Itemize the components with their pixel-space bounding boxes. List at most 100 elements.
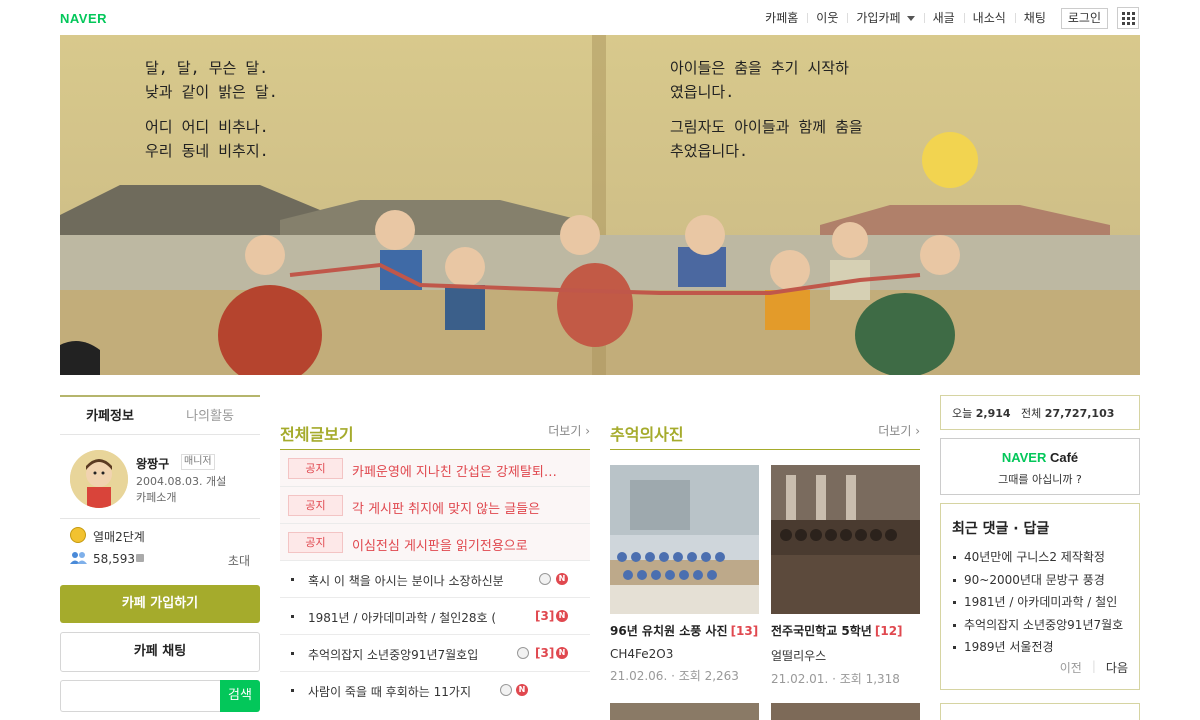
photo-post-title[interactable]: 전주국민학교 5학년 [12] bbox=[771, 622, 920, 639]
post-row[interactable]: 혹시 이 책을 아시는 분이나 소장하신분 N bbox=[280, 561, 590, 598]
notice-badge: 공지 bbox=[288, 495, 343, 516]
right-box-partial bbox=[940, 703, 1140, 720]
notice-title[interactable]: 카페운영에 지나친 간섭은 강제탈퇴합니다 bbox=[352, 461, 564, 480]
banner-line-7: 그림자도 아이들과 함께 춤을 bbox=[670, 118, 863, 136]
photo-card[interactable]: 전주국민학교 5학년 [12] 얼떨리우스 21.02.01. · 조회 1,31… bbox=[771, 465, 920, 687]
top-bar: NAVER 카페홈 이웃 가입카페 새글 내소식 채팅 로그인 bbox=[0, 0, 1200, 35]
post-title[interactable]: 혹시 이 책을 아시는 분이나 소장하신분 bbox=[308, 572, 504, 589]
members-icon bbox=[70, 552, 87, 564]
notice-badge: 공지 bbox=[288, 458, 343, 479]
notice-row[interactable]: 공지 카페운영에 지나친 간섭은 강제탈퇴합니다 bbox=[280, 450, 590, 487]
naver-brand: NAVER bbox=[1001, 450, 1047, 465]
post-title[interactable]: 사람이 죽을 때 후회하는 11가지 bbox=[308, 683, 471, 700]
today-label: 오늘 bbox=[952, 407, 973, 420]
photo-title[interactable]: 추억의사진 bbox=[610, 421, 684, 445]
photo-meta: 21.02.06. · 조회 2,263 bbox=[610, 669, 739, 683]
comment-count[interactable]: [12] bbox=[875, 624, 903, 638]
recent-pager: 이전 | 다음 bbox=[1060, 659, 1128, 676]
new-icon: N bbox=[556, 647, 568, 659]
photo-author[interactable]: 얼떨리우스 bbox=[771, 647, 920, 664]
comment-count[interactable]: [3] bbox=[535, 646, 554, 660]
cafe-intro-link[interactable]: 카페소개 bbox=[136, 489, 176, 505]
invite-link[interactable]: 초대 bbox=[228, 552, 250, 569]
search-button[interactable]: 검색 bbox=[220, 680, 260, 712]
nav-neighbors[interactable]: 이웃 bbox=[807, 7, 847, 29]
notice-row[interactable]: 공지 이심전심 게시판을 읽기전용으로 bbox=[280, 524, 590, 561]
all-posts-section: 전체글보기 더보기 › 공지 카페운영에 지나친 간섭은 강제탈퇴합니다 공지 … bbox=[280, 415, 590, 709]
notice-row[interactable]: 공지 각 게시판 취지에 맞지 않는 글들은 bbox=[280, 487, 590, 524]
cafe-founded-date: 2004.08.03. 개설 bbox=[136, 475, 227, 488]
comment-count[interactable]: [3] bbox=[535, 609, 554, 623]
banner-line-3: 어디 어디 비추나. bbox=[145, 118, 269, 136]
post-row[interactable]: 사람이 죽을 때 후회하는 11가지 N bbox=[280, 672, 590, 709]
cafe-level[interactable]: 열매2단계 bbox=[93, 528, 145, 545]
photo-header: 추억의사진 더보기 › bbox=[610, 415, 920, 450]
recent-comment-item[interactable]: 90~2000년대 문방구 풍경 bbox=[952, 569, 1128, 592]
bullet bbox=[291, 689, 294, 692]
all-posts-title[interactable]: 전체글보기 bbox=[280, 421, 354, 445]
image-icon bbox=[517, 647, 529, 659]
banner-line-5: 아이들은 춤을 추기 시작하 bbox=[670, 59, 849, 77]
photo-thumbnail-partial[interactable] bbox=[771, 703, 920, 720]
nav-new-posts[interactable]: 새글 bbox=[923, 7, 964, 29]
login-button[interactable]: 로그인 bbox=[1060, 7, 1108, 29]
comment-count[interactable]: [13] bbox=[731, 624, 759, 638]
post-row[interactable]: 1981년 / 아카데미과학 / 철인28호 ( [3] N bbox=[280, 598, 590, 635]
recent-comment-item[interactable]: 1989년 서울전경 bbox=[952, 636, 1128, 659]
naver-logo[interactable]: NAVER bbox=[60, 11, 107, 26]
chevron-down-icon bbox=[906, 16, 915, 21]
next-button[interactable]: 다음 bbox=[1106, 659, 1128, 676]
tab-my-activity[interactable]: 나의활동 bbox=[160, 397, 260, 434]
join-cafe-button[interactable]: 카페 가입하기 bbox=[60, 585, 260, 623]
image-icon bbox=[539, 573, 551, 585]
top-nav: 카페홈 이웃 가입카페 새글 내소식 채팅 로그인 bbox=[756, 7, 1108, 29]
photo-card[interactable]: 96년 유치원 소풍 사진 [13] CH4Fe2O3 21.02.06. · 조… bbox=[610, 465, 759, 684]
photo-author[interactable]: CH4Fe2O3 bbox=[610, 647, 759, 661]
manager-name[interactable]: 왕짱구 bbox=[136, 455, 169, 472]
photo-thumbnail-partial[interactable] bbox=[610, 703, 759, 720]
notice-title[interactable]: 각 게시판 취지에 맞지 않는 글들은 bbox=[352, 498, 540, 517]
member-count[interactable]: 58,593 bbox=[93, 552, 135, 566]
level-icon bbox=[70, 527, 86, 543]
nav-cafe-home[interactable]: 카페홈 bbox=[756, 7, 807, 29]
nav-my-news[interactable]: 내소식 bbox=[963, 7, 1015, 29]
post-title[interactable]: 1981년 / 아카데미과학 / 철인28호 ( bbox=[308, 609, 496, 626]
new-icon: N bbox=[516, 684, 528, 696]
info-tabs: 카페정보 나의활동 bbox=[60, 395, 260, 435]
cafe-brand: Café bbox=[1049, 450, 1079, 465]
naver-cafe-logo: NAVER Café bbox=[941, 450, 1139, 465]
banner-line-6: 였읍니다. bbox=[670, 83, 734, 101]
notice-badge: 공지 bbox=[288, 532, 343, 553]
banner-illustration: 달, 달, 무슨 달. 낮과 같이 밝은 달. 어디 어디 비추나. 우리 동네… bbox=[60, 35, 1140, 375]
cafe-info-panel: 카페정보 나의활동 왕짱구 매니저 2004.08.03. 개설 카페소개 열매… bbox=[60, 395, 260, 712]
cafe-chat-button[interactable]: 카페 채팅 bbox=[60, 632, 260, 672]
post-title[interactable]: 추억의잡지 소년중앙91년7월호입 bbox=[308, 646, 478, 663]
more-label: 더보기 bbox=[548, 424, 582, 438]
photo-post-title-text: 전주국민학교 5학년 bbox=[771, 624, 872, 638]
nav-joined-cafes[interactable]: 가입카페 bbox=[847, 7, 923, 29]
naver-cafe-box[interactable]: NAVER Café 그때를 아십니까 ? bbox=[940, 438, 1140, 495]
photo-more-link[interactable]: 더보기 › bbox=[878, 422, 920, 439]
nav-chat[interactable]: 채팅 bbox=[1014, 7, 1055, 29]
photo-thumbnail[interactable] bbox=[771, 465, 920, 614]
recent-comments: 최근 댓글 · 답글 40년만에 구니스2 제작확정 90~2000년대 문방구… bbox=[940, 503, 1140, 690]
all-posts-more-link[interactable]: 더보기 › bbox=[548, 422, 590, 439]
avatar[interactable] bbox=[70, 450, 128, 508]
banner-line-4: 우리 동네 비추지. bbox=[145, 142, 269, 160]
apps-grid-icon[interactable] bbox=[1117, 7, 1139, 29]
banner-line-2: 낮과 같이 밝은 달. bbox=[145, 83, 278, 101]
prev-button[interactable]: 이전 bbox=[1060, 659, 1082, 676]
notice-title[interactable]: 이심전심 게시판을 읽기전용으로 bbox=[352, 535, 528, 554]
photo-thumbnail[interactable] bbox=[610, 465, 759, 614]
photo-post-title[interactable]: 96년 유치원 소풍 사진 [13] bbox=[610, 622, 759, 639]
image-icon bbox=[500, 684, 512, 696]
recent-comment-item[interactable]: 추억의잡지 소년중앙91년7월호 bbox=[952, 614, 1128, 637]
cafe-stats: 열매2단계 58,593 초대 bbox=[60, 519, 260, 569]
recent-comment-item[interactable]: 1981년 / 아카데미과학 / 철인 bbox=[952, 591, 1128, 614]
search-input[interactable] bbox=[60, 680, 220, 712]
cafe-name: 그때를 아십니까 ? bbox=[998, 473, 1082, 486]
nav-joined-cafes-label: 가입카페 bbox=[856, 11, 901, 25]
post-row[interactable]: 추억의잡지 소년중앙91년7월호입 [3] N bbox=[280, 635, 590, 672]
tab-cafe-info[interactable]: 카페정보 bbox=[60, 397, 160, 434]
recent-comment-item[interactable]: 40년만에 구니스2 제작확정 bbox=[952, 546, 1128, 569]
